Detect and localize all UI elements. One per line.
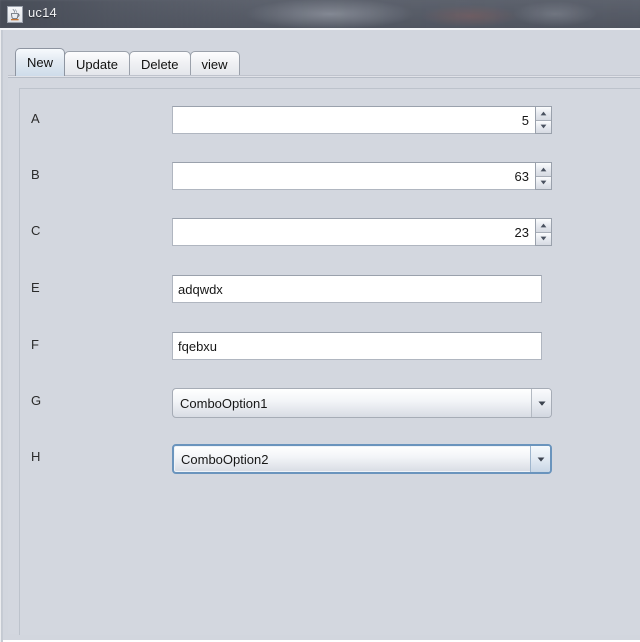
window-left-bevel xyxy=(0,30,3,642)
text-field-e-value: adqwdx xyxy=(178,281,223,297)
form-row-a: A 5 xyxy=(20,101,640,141)
tab-view-label: view xyxy=(201,56,228,72)
spinner-b-decrement-button[interactable] xyxy=(536,176,551,189)
label-a: A xyxy=(31,111,40,126)
combo-box-h-value: ComboOption2 xyxy=(181,451,269,467)
tab-delete-label: Delete xyxy=(140,56,179,72)
combo-box-h[interactable]: ComboOption2 xyxy=(172,444,552,474)
combo-box-g[interactable]: ComboOption1 xyxy=(172,388,552,418)
window-body: New Update Delete view A 5 B 63 C 23 E a… xyxy=(0,28,640,642)
form-row-h: H ComboOption2 xyxy=(20,439,640,479)
form-row-g: G ComboOption1 xyxy=(20,383,640,423)
form-row-b: B 63 xyxy=(20,157,640,197)
title-bar: uc14 xyxy=(0,0,640,28)
tab-delete[interactable]: Delete xyxy=(128,51,191,76)
spinner-a-decrement-button[interactable] xyxy=(536,120,551,133)
spinner-b-buttons xyxy=(535,162,552,190)
window-title: uc14 xyxy=(28,5,57,20)
spinner-c-value[interactable]: 23 xyxy=(172,218,535,246)
spinner-b-value[interactable]: 63 xyxy=(172,162,535,190)
tabbed-pane: New Update Delete view A 5 B 63 C 23 E a… xyxy=(8,48,640,635)
chevron-up-icon xyxy=(540,167,547,172)
label-e: E xyxy=(31,280,40,295)
form-container: A 5 B 63 C 23 E adqwdx F fqebxu G ComboO… xyxy=(20,89,640,636)
tab-view[interactable]: view xyxy=(189,51,240,76)
label-g: G xyxy=(31,393,42,408)
chevron-up-icon xyxy=(540,223,547,228)
spinner-b-increment-button[interactable] xyxy=(536,163,551,177)
application-window: uc14 New Update Delete view A 5 B 63 C 2… xyxy=(0,0,640,642)
chevron-down-icon xyxy=(540,236,547,241)
chevron-up-icon xyxy=(540,111,547,116)
combo-box-g-value: ComboOption1 xyxy=(180,395,268,411)
spinner-a-increment-button[interactable] xyxy=(536,107,551,121)
text-field-f[interactable]: fqebxu xyxy=(172,332,542,360)
form-panel: A 5 B 63 C 23 E adqwdx F fqebxu G ComboO… xyxy=(19,88,640,635)
label-b: B xyxy=(31,167,40,182)
form-row-f: F fqebxu xyxy=(20,327,640,367)
combo-box-g-arrow-button[interactable] xyxy=(531,389,551,417)
text-field-f-value: fqebxu xyxy=(178,338,218,354)
text-field-e[interactable]: adqwdx xyxy=(172,275,542,303)
java-coffee-cup-icon xyxy=(7,6,23,23)
tab-strip: New Update Delete view xyxy=(8,48,640,77)
combo-box-h-arrow-button[interactable] xyxy=(530,446,550,472)
form-row-c: C 23 xyxy=(20,213,640,253)
spinner-c-decrement-button[interactable] xyxy=(536,232,551,245)
tab-update[interactable]: Update xyxy=(64,51,130,76)
form-row-e: E adqwdx xyxy=(20,270,640,310)
tab-content-panel: A 5 B 63 C 23 E adqwdx F fqebxu G ComboO… xyxy=(8,77,640,635)
tab-update-label: Update xyxy=(76,56,118,72)
chevron-down-icon xyxy=(537,457,544,462)
spinner-a-value[interactable]: 5 xyxy=(172,106,535,134)
spinner-c-buttons xyxy=(535,218,552,246)
spinner-c-increment-button[interactable] xyxy=(536,219,551,233)
chevron-down-icon xyxy=(540,180,547,185)
label-c: C xyxy=(31,223,41,238)
title-bar-backdrop xyxy=(0,0,640,28)
spinner-a-buttons xyxy=(535,106,552,134)
tab-new-label: New xyxy=(27,55,54,70)
chevron-down-icon xyxy=(540,124,547,129)
label-f: F xyxy=(31,337,39,352)
label-h: H xyxy=(31,449,41,464)
spinner-a[interactable]: 5 xyxy=(172,106,552,134)
spinner-c[interactable]: 23 xyxy=(172,218,552,246)
chevron-down-icon xyxy=(538,401,545,406)
tab-new[interactable]: New xyxy=(15,48,66,76)
spinner-b[interactable]: 63 xyxy=(172,162,552,190)
